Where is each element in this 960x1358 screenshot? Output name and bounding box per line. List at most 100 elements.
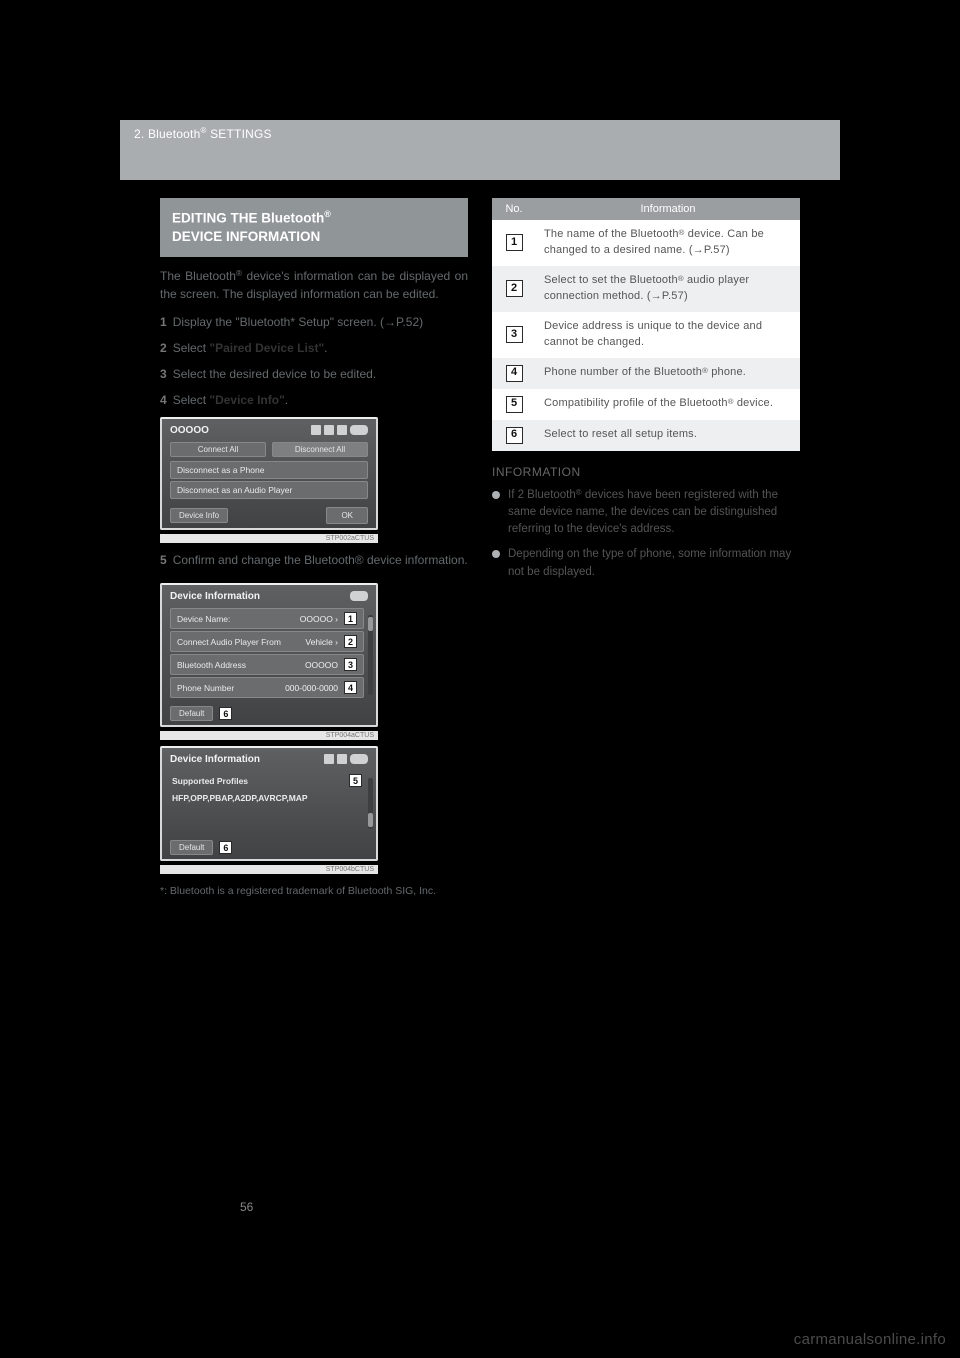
step-text: Confirm and change the Bluetooth® device…: [173, 553, 468, 567]
device-info-row[interactable]: Bluetooth Address OOOOO 3: [170, 654, 364, 675]
table-row: 2 Select to set the Bluetooth® audio play…: [492, 266, 800, 312]
default-button[interactable]: Default: [170, 840, 213, 855]
table-info-cell: Device address is unique to the device a…: [536, 312, 800, 358]
table-row: 4Phone number of the Bluetooth® phone.: [492, 358, 800, 389]
step-number: 5: [160, 553, 167, 567]
table-header-info: Information: [536, 198, 800, 220]
step-4: 4Select "Device Info".: [160, 391, 468, 409]
step-2: 2Select "Paired Device List".: [160, 339, 468, 357]
disconnect-phone-button[interactable]: Disconnect as a Phone: [170, 461, 368, 479]
info-bullet: Depending on the type of phone, some inf…: [492, 546, 800, 581]
screenshot-caption: STP004bCTUS: [160, 865, 378, 874]
screen-title: Device Information: [170, 591, 364, 602]
signal-icon: [311, 425, 321, 435]
back-icon[interactable]: [350, 754, 368, 764]
scroll-thumb[interactable]: [368, 617, 373, 631]
table-row: 1The name of the Bluetooth® device. Can …: [492, 220, 800, 266]
device-info-row[interactable]: Phone Number000-000-00004: [170, 677, 364, 698]
table-info-cell: Compatibility profile of the Bluetooth® …: [536, 389, 800, 420]
row-value: OOOOO: [305, 660, 338, 670]
table-header-no: No.: [492, 198, 536, 220]
battery-icon: [324, 425, 334, 435]
step-number: 3: [160, 367, 167, 381]
intro-paragraph: The Bluetooth® device's information can …: [160, 267, 468, 303]
ok-button[interactable]: OK: [326, 507, 368, 524]
row-label: Phone Number: [177, 683, 234, 693]
bullet-icon: [492, 491, 500, 499]
mute-icon: [337, 754, 347, 764]
back-icon[interactable]: [350, 425, 368, 435]
section-title-prefix: 2. Bluetooth: [134, 127, 200, 141]
button-label: Disconnect as an Audio Player: [177, 485, 292, 495]
row-label: Bluetooth Address: [177, 660, 246, 670]
status-icons: [324, 754, 368, 764]
step-text: Select: [173, 341, 210, 355]
callout-number: 2: [506, 280, 523, 297]
bluetooth-icon: [337, 425, 347, 435]
default-button[interactable]: Default: [170, 706, 213, 721]
callout-number: 3: [344, 658, 357, 671]
right-column: No. Information 1The name of the Bluetoo…: [492, 198, 800, 589]
step-number: 4: [160, 393, 167, 407]
step-3: 3Select the desired device to be edited.: [160, 365, 468, 383]
table-row: 6Select to reset all setup items.: [492, 420, 800, 451]
row-label: Connect Audio Player From: [177, 637, 281, 647]
bullet-text: Depending on the type of phone, some inf…: [508, 546, 800, 581]
step-number: 1: [160, 315, 167, 329]
left-column: EDITING THE Bluetooth® DEVICE INFORMATIO…: [160, 198, 468, 910]
scrollbar[interactable]: [368, 778, 373, 829]
connect-all-button[interactable]: Connect All: [170, 442, 266, 457]
step-text: .: [324, 341, 327, 355]
profiles-value: HFP,OPP,PBAP,A2DP,AVRCP,MAP: [170, 790, 364, 806]
table-num-cell: 6: [492, 420, 536, 451]
callout-heading: EDITING THE Bluetooth® DEVICE INFORMATIO…: [160, 198, 468, 257]
screenshot-device-info-top: Device Information Device Name:OOOOO ›1C…: [160, 583, 378, 727]
screenshot-caption: STP002aCTUS: [160, 534, 378, 543]
callout-number: 5: [349, 774, 362, 787]
back-icon[interactable]: [350, 591, 368, 601]
device-info-row[interactable]: Connect Audio Player FromVehicle ›2: [170, 631, 364, 652]
callout-number: 6: [506, 427, 523, 444]
watermark: carmanualsonline.info: [794, 1331, 946, 1348]
footnote: *: Bluetooth is a registered trademark o…: [160, 884, 468, 900]
page-number: 56: [240, 1200, 253, 1214]
section-title-suffix: SETTINGS: [207, 127, 272, 141]
row-value: Vehicle ›: [305, 637, 338, 647]
callout-number: 5: [506, 396, 523, 413]
device-info-button[interactable]: Device Info: [170, 508, 228, 523]
step-text: Select: [173, 393, 210, 407]
table-row: 3Device address is unique to the device …: [492, 312, 800, 358]
information-heading: INFORMATION: [492, 465, 800, 479]
scroll-thumb[interactable]: [368, 813, 373, 827]
reg-symbol: ®: [324, 209, 331, 219]
step-text: Display the "Bluetooth* Setup" screen. (…: [173, 315, 423, 329]
bullet-text: If 2 Bluetooth® devices have been regist…: [508, 487, 800, 539]
screenshot-caption: STP004aCTUS: [160, 731, 378, 740]
callout-number: 4: [344, 681, 357, 694]
screenshot-device-info-bottom: Device Information Supported Profiles 5 …: [160, 746, 378, 861]
device-info-row[interactable]: Device Name:OOOOO ›1: [170, 608, 364, 629]
step-1: 1 Display the "Bluetooth* Setup" screen. …: [160, 313, 468, 331]
table-info-cell: Phone number of the Bluetooth® phone.: [536, 358, 800, 389]
text-fragment: If 2 Bluetooth: [508, 489, 576, 501]
button-label: Disconnect as a Phone: [177, 465, 264, 475]
menu-label: "Paired Device List": [209, 341, 324, 355]
callout-number: 6: [219, 707, 232, 720]
step-5: 5 Confirm and change the Bluetooth® devic…: [160, 551, 468, 569]
bullet-icon: [492, 550, 500, 558]
info-table: No. Information 1The name of the Bluetoo…: [492, 198, 800, 451]
disconnect-audio-button[interactable]: Disconnect as an Audio Player: [170, 481, 368, 499]
menu-label: "Device Info": [209, 393, 284, 407]
disconnect-all-button[interactable]: Disconnect All: [272, 442, 368, 457]
intro-prefix: The Bluetooth: [160, 269, 236, 283]
row-value: OOOOO ›: [300, 614, 338, 624]
section-header: 2. Bluetooth® SETTINGS: [120, 120, 840, 180]
supported-profiles-row: Supported Profiles 5: [170, 771, 364, 790]
table-info-cell: Select to set the Bluetooth® audio playe…: [536, 266, 800, 312]
scrollbar[interactable]: [368, 615, 373, 695]
status-icons: [350, 591, 368, 601]
table-info-cell: The name of the Bluetooth® device. Can b…: [536, 220, 800, 266]
table-num-cell: 2: [492, 266, 536, 312]
callout-number: 1: [344, 612, 357, 625]
row-label: Supported Profiles: [172, 776, 248, 786]
